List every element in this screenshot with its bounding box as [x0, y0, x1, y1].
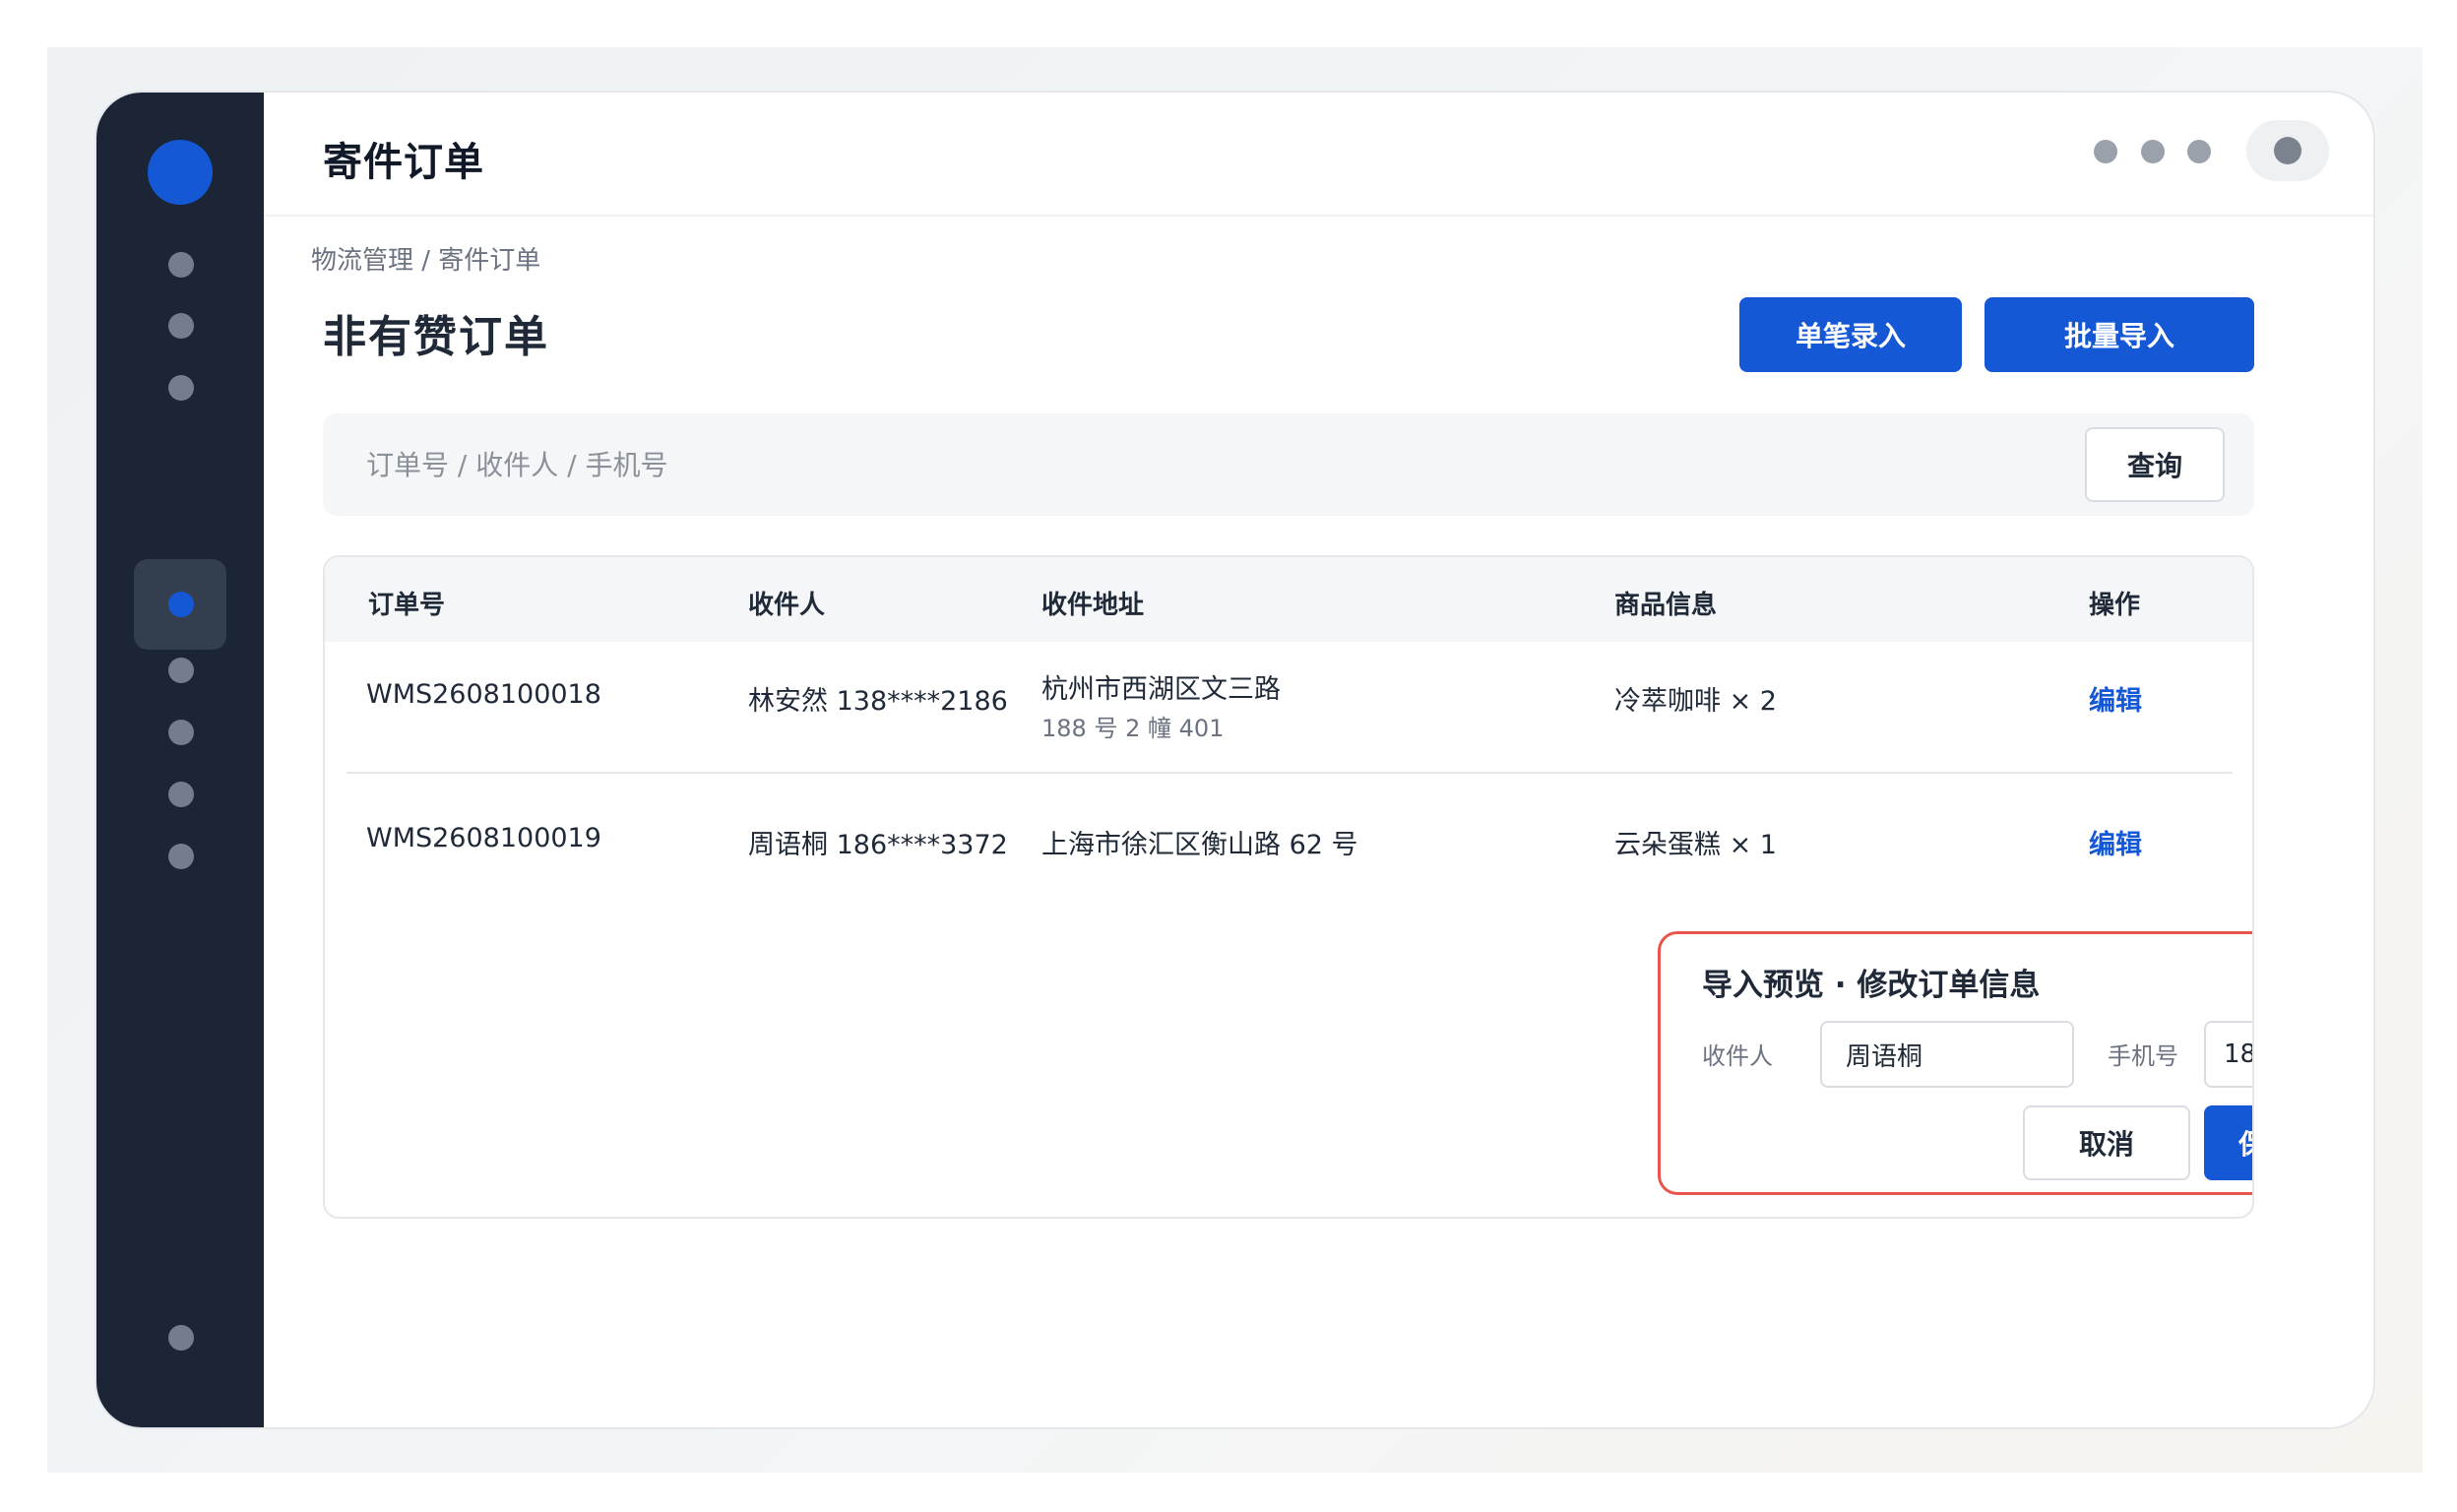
recipient: 林安然 138****2186	[748, 686, 1008, 717]
app-window: 寄件订单 物流管理 / 寄件订单 非有赞订单 单笔录入 批量导入 查询 订单号 …	[94, 91, 2375, 1429]
search-input[interactable]	[323, 413, 2075, 516]
sidebar	[96, 93, 264, 1427]
recipient-label: 收件人	[1702, 1042, 1773, 1070]
import-preview-edit-panel: 导入预览 · 修改订单信息 收件人 手机号 取消 保存修改	[1658, 931, 2252, 1195]
search-bar: 查询	[323, 413, 2254, 516]
avatar	[2274, 137, 2301, 164]
panel-title: 导入预览 · 修改订单信息	[1702, 968, 2041, 1003]
batch-import-button[interactable]: 批量导入	[1984, 297, 2254, 372]
sidebar-item-1[interactable]	[168, 252, 194, 278]
address-line1: 上海市徐汇区衡山路 62 号	[1041, 830, 1358, 860]
order-id: WMS2608100019	[366, 823, 601, 853]
sidebar-item-7[interactable]	[168, 782, 194, 807]
table-header: 订单号 收件人 收件地址 商品信息 操作	[325, 557, 2252, 642]
address-line1: 杭州市西湖区文三路	[1041, 674, 1281, 705]
column-header-address: 收件地址	[1041, 591, 1145, 620]
header-dot-icon-1[interactable]	[2094, 140, 2117, 163]
orders-table: 订单号 收件人 收件地址 商品信息 操作 WMS2608100018 林安然 1…	[323, 555, 2254, 1219]
recipient: 周语桐 186****3372	[748, 830, 1008, 860]
phone-field[interactable]	[2204, 1021, 2252, 1088]
page-title: 非有赞订单	[323, 312, 549, 362]
top-header	[264, 93, 2373, 217]
user-menu[interactable]	[2246, 120, 2329, 181]
sidebar-item-settings[interactable]	[168, 1325, 194, 1351]
app-logo[interactable]	[148, 140, 213, 205]
goods-info: 云朵蛋糕 × 1	[1614, 830, 1777, 860]
sidebar-item-8[interactable]	[168, 844, 194, 869]
sidebar-item-active-icon[interactable]	[168, 592, 194, 617]
address-line2: 188 号 2 幢 401	[1041, 715, 1225, 742]
column-header-order-id: 订单号	[368, 591, 446, 620]
cancel-button[interactable]: 取消	[2023, 1105, 2190, 1180]
header-dot-icon-2[interactable]	[2141, 140, 2165, 163]
order-id: WMS2608100018	[366, 679, 601, 710]
edit-link[interactable]: 编辑	[2089, 823, 2142, 861]
header-dot-icon-3[interactable]	[2187, 140, 2211, 163]
column-header-goods: 商品信息	[1614, 591, 1718, 620]
app-title: 寄件订单	[323, 140, 484, 185]
sidebar-item-6[interactable]	[168, 720, 194, 745]
column-header-actions: 操作	[2089, 591, 2141, 620]
breadcrumb[interactable]: 物流管理 / 寄件订单	[311, 240, 540, 277]
edit-link[interactable]: 编辑	[2089, 679, 2142, 718]
sidebar-item-5[interactable]	[168, 658, 194, 683]
save-changes-button[interactable]: 保存修改	[2204, 1105, 2252, 1180]
single-entry-button[interactable]: 单笔录入	[1739, 297, 1962, 372]
row-divider	[346, 772, 2233, 774]
sidebar-item-3[interactable]	[168, 375, 194, 401]
column-header-recipient: 收件人	[748, 591, 826, 620]
recipient-field[interactable]	[1820, 1021, 2074, 1088]
sidebar-item-2[interactable]	[168, 313, 194, 339]
phone-label: 手机号	[2108, 1042, 2178, 1070]
search-button[interactable]: 查询	[2085, 427, 2225, 502]
goods-info: 冷萃咖啡 × 2	[1614, 686, 1777, 717]
